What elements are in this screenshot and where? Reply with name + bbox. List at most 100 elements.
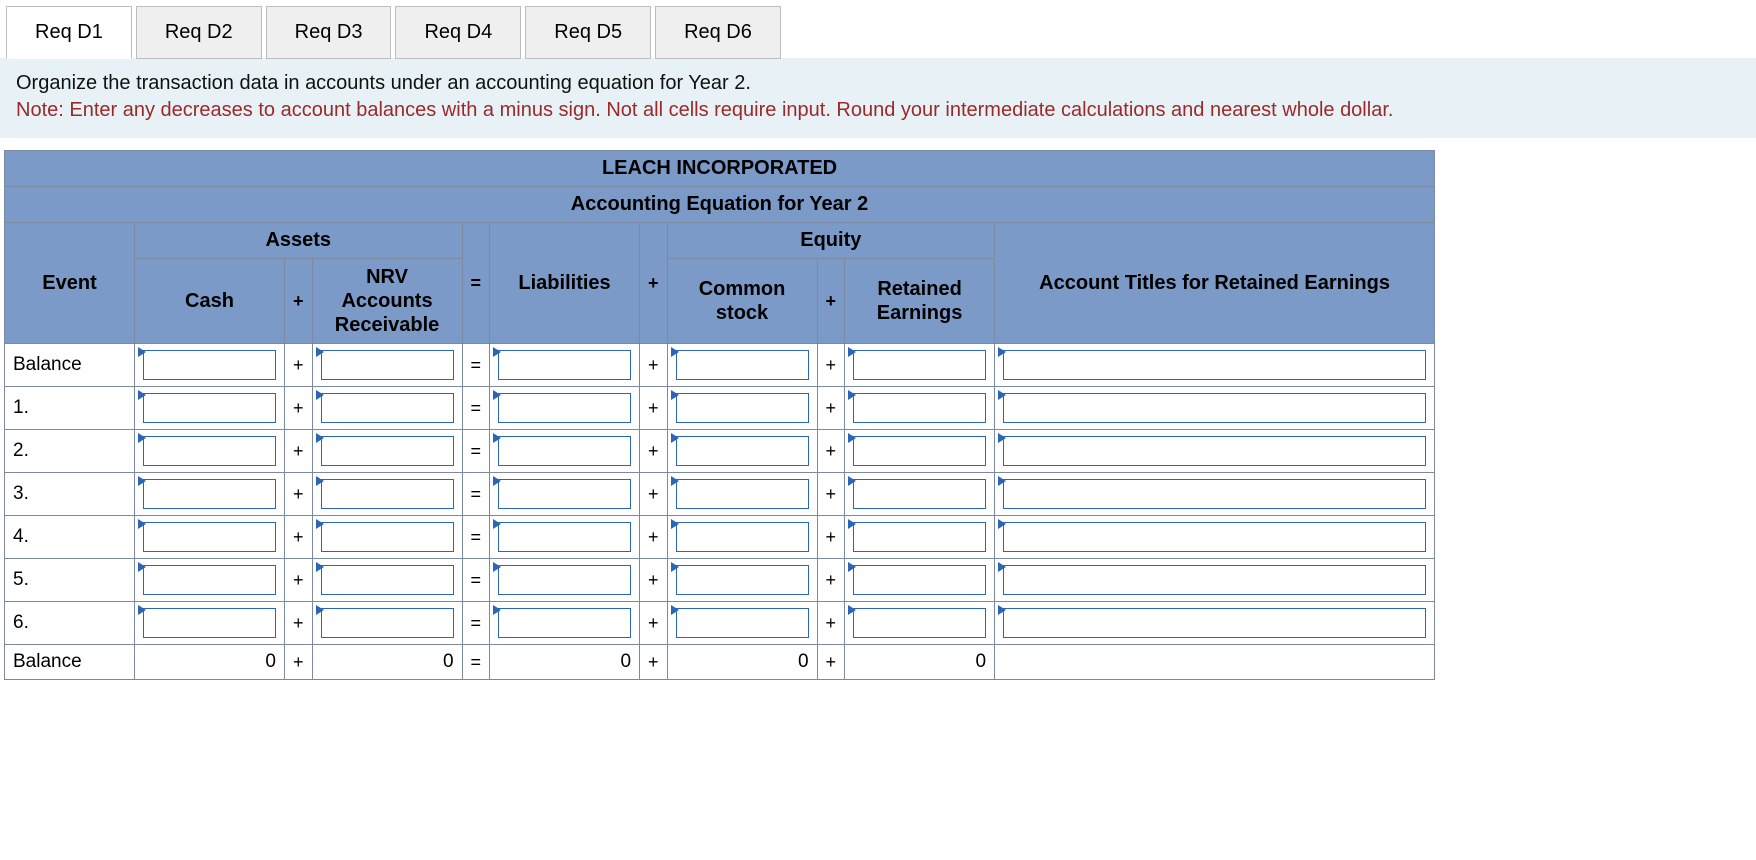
cash-input-5[interactable]: [143, 565, 276, 595]
cs-input-5[interactable]: [676, 565, 809, 595]
op-plus: +: [817, 645, 845, 680]
account-title-input-3[interactable]: [1003, 479, 1426, 509]
re-input-6[interactable]: [853, 608, 986, 638]
op-equals-header: =: [462, 223, 490, 344]
op-plus: +: [640, 645, 668, 680]
tab-req-d1[interactable]: Req D1: [6, 6, 132, 59]
op-plus-header-equity: +: [817, 259, 845, 344]
cs-input-2[interactable]: [676, 436, 809, 466]
section-assets: Assets: [135, 223, 463, 259]
tab-req-d3[interactable]: Req D3: [266, 6, 392, 59]
cash-input-6[interactable]: [143, 608, 276, 638]
tab-req-d5[interactable]: Req D5: [525, 6, 651, 59]
account-title-input-2[interactable]: [1003, 436, 1426, 466]
account-title-input-4[interactable]: [1003, 522, 1426, 552]
liab-input-5[interactable]: [498, 565, 631, 595]
op-plus: +: [285, 473, 313, 516]
re-input-5[interactable]: [853, 565, 986, 595]
row-label: 2.: [5, 430, 135, 473]
ar-input-1[interactable]: [321, 393, 454, 423]
re-input-1[interactable]: [853, 393, 986, 423]
row-label: 6.: [5, 602, 135, 645]
op-plus: +: [817, 387, 845, 430]
account-title-input-6[interactable]: [1003, 608, 1426, 638]
op-plus: +: [285, 516, 313, 559]
op-plus: +: [640, 559, 668, 602]
re-input-4[interactable]: [853, 522, 986, 552]
op-equals: =: [462, 344, 490, 387]
totals-cs: 0: [667, 645, 817, 680]
cash-input-0[interactable]: [143, 350, 276, 380]
totals-liab: 0: [490, 645, 640, 680]
re-input-3[interactable]: [853, 479, 986, 509]
liab-input-2[interactable]: [498, 436, 631, 466]
re-input-0[interactable]: [853, 350, 986, 380]
op-equals: =: [462, 516, 490, 559]
row-label: 1.: [5, 387, 135, 430]
row-label: 4.: [5, 516, 135, 559]
liab-input-1[interactable]: [498, 393, 631, 423]
ar-input-6[interactable]: [321, 608, 454, 638]
table-row: Balance+=++: [5, 344, 1435, 387]
ar-input-3[interactable]: [321, 479, 454, 509]
tab-req-d4[interactable]: Req D4: [395, 6, 521, 59]
op-plus: +: [285, 387, 313, 430]
op-equals: =: [462, 473, 490, 516]
op-plus: +: [285, 430, 313, 473]
ar-input-4[interactable]: [321, 522, 454, 552]
header-liabilities: Liabilities: [490, 223, 640, 344]
op-plus: +: [817, 473, 845, 516]
cs-input-1[interactable]: [676, 393, 809, 423]
table-subtitle: Accounting Equation for Year 2: [5, 187, 1435, 223]
liab-input-6[interactable]: [498, 608, 631, 638]
op-plus: +: [640, 473, 668, 516]
totals-label: Balance: [5, 645, 135, 680]
cash-input-2[interactable]: [143, 436, 276, 466]
instructions-text: Organize the transaction data in account…: [16, 70, 1740, 97]
ar-input-2[interactable]: [321, 436, 454, 466]
table-row: 5.+=++: [5, 559, 1435, 602]
liab-input-3[interactable]: [498, 479, 631, 509]
header-account-titles: Account Titles for Retained Earnings: [995, 223, 1435, 344]
totals-titles-blank: [995, 645, 1435, 680]
account-title-input-1[interactable]: [1003, 393, 1426, 423]
section-equity: Equity: [667, 223, 995, 259]
cs-input-3[interactable]: [676, 479, 809, 509]
op-plus: +: [640, 430, 668, 473]
liab-input-0[interactable]: [498, 350, 631, 380]
op-plus-header-1: +: [640, 223, 668, 344]
cash-input-3[interactable]: [143, 479, 276, 509]
row-label: 3.: [5, 473, 135, 516]
table-row: 2.+=++: [5, 430, 1435, 473]
cs-input-0[interactable]: [676, 350, 809, 380]
instructions-panel: Organize the transaction data in account…: [0, 58, 1756, 138]
header-retained-earnings: Retained Earnings: [845, 259, 995, 344]
ar-input-5[interactable]: [321, 565, 454, 595]
cash-input-4[interactable]: [143, 522, 276, 552]
op-plus: +: [640, 344, 668, 387]
op-plus: +: [285, 602, 313, 645]
op-equals: =: [462, 602, 490, 645]
totals-cash: 0: [135, 645, 285, 680]
totals-re: 0: [845, 645, 995, 680]
re-input-2[interactable]: [853, 436, 986, 466]
op-plus: +: [817, 344, 845, 387]
op-equals: =: [462, 645, 490, 680]
liab-input-4[interactable]: [498, 522, 631, 552]
cs-input-4[interactable]: [676, 522, 809, 552]
account-title-input-5[interactable]: [1003, 565, 1426, 595]
accounting-equation-table: LEACH INCORPORATED Accounting Equation f…: [4, 150, 1435, 680]
tab-req-d2[interactable]: Req D2: [136, 6, 262, 59]
op-plus: +: [817, 602, 845, 645]
account-title-input-0[interactable]: [1003, 350, 1426, 380]
ar-input-0[interactable]: [321, 350, 454, 380]
header-cash: Cash: [135, 259, 285, 344]
op-plus: +: [640, 602, 668, 645]
row-label: 5.: [5, 559, 135, 602]
cs-input-6[interactable]: [676, 608, 809, 638]
cash-input-1[interactable]: [143, 393, 276, 423]
instructions-note: Note: Enter any decreases to account bal…: [16, 97, 1740, 124]
op-plus: +: [817, 516, 845, 559]
tab-req-d6[interactable]: Req D6: [655, 6, 781, 59]
totals-ar: 0: [312, 645, 462, 680]
